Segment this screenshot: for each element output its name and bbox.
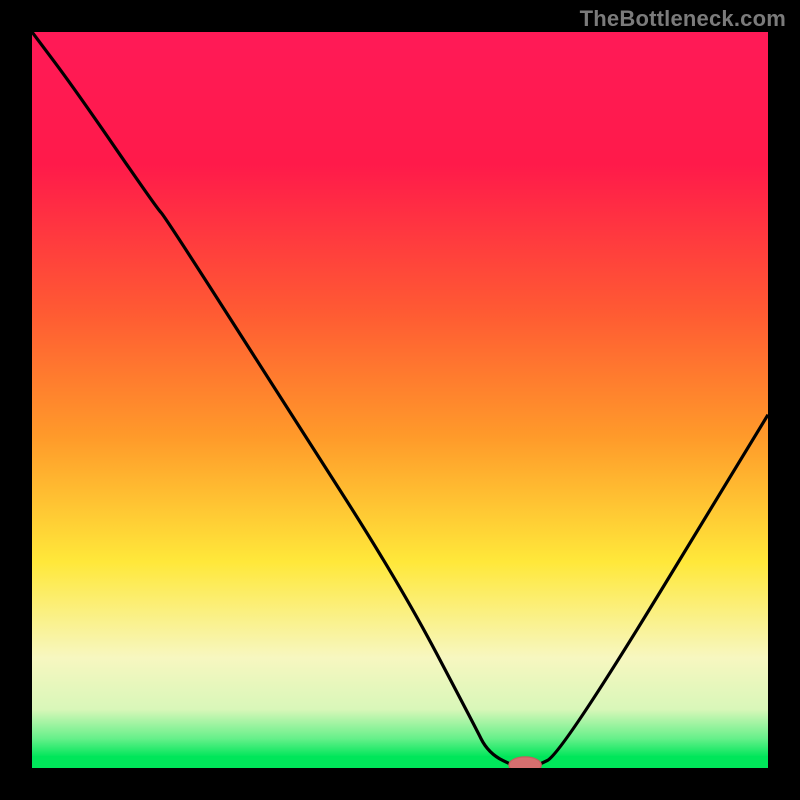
optimal-point-marker — [509, 757, 541, 768]
green-baseline-band — [32, 756, 768, 768]
chart-container: TheBottleneck.com — [0, 0, 800, 800]
attribution-text: TheBottleneck.com — [580, 6, 786, 32]
bottleneck-chart-svg — [32, 32, 768, 768]
gradient-background — [32, 32, 768, 768]
plot-area — [32, 32, 768, 768]
